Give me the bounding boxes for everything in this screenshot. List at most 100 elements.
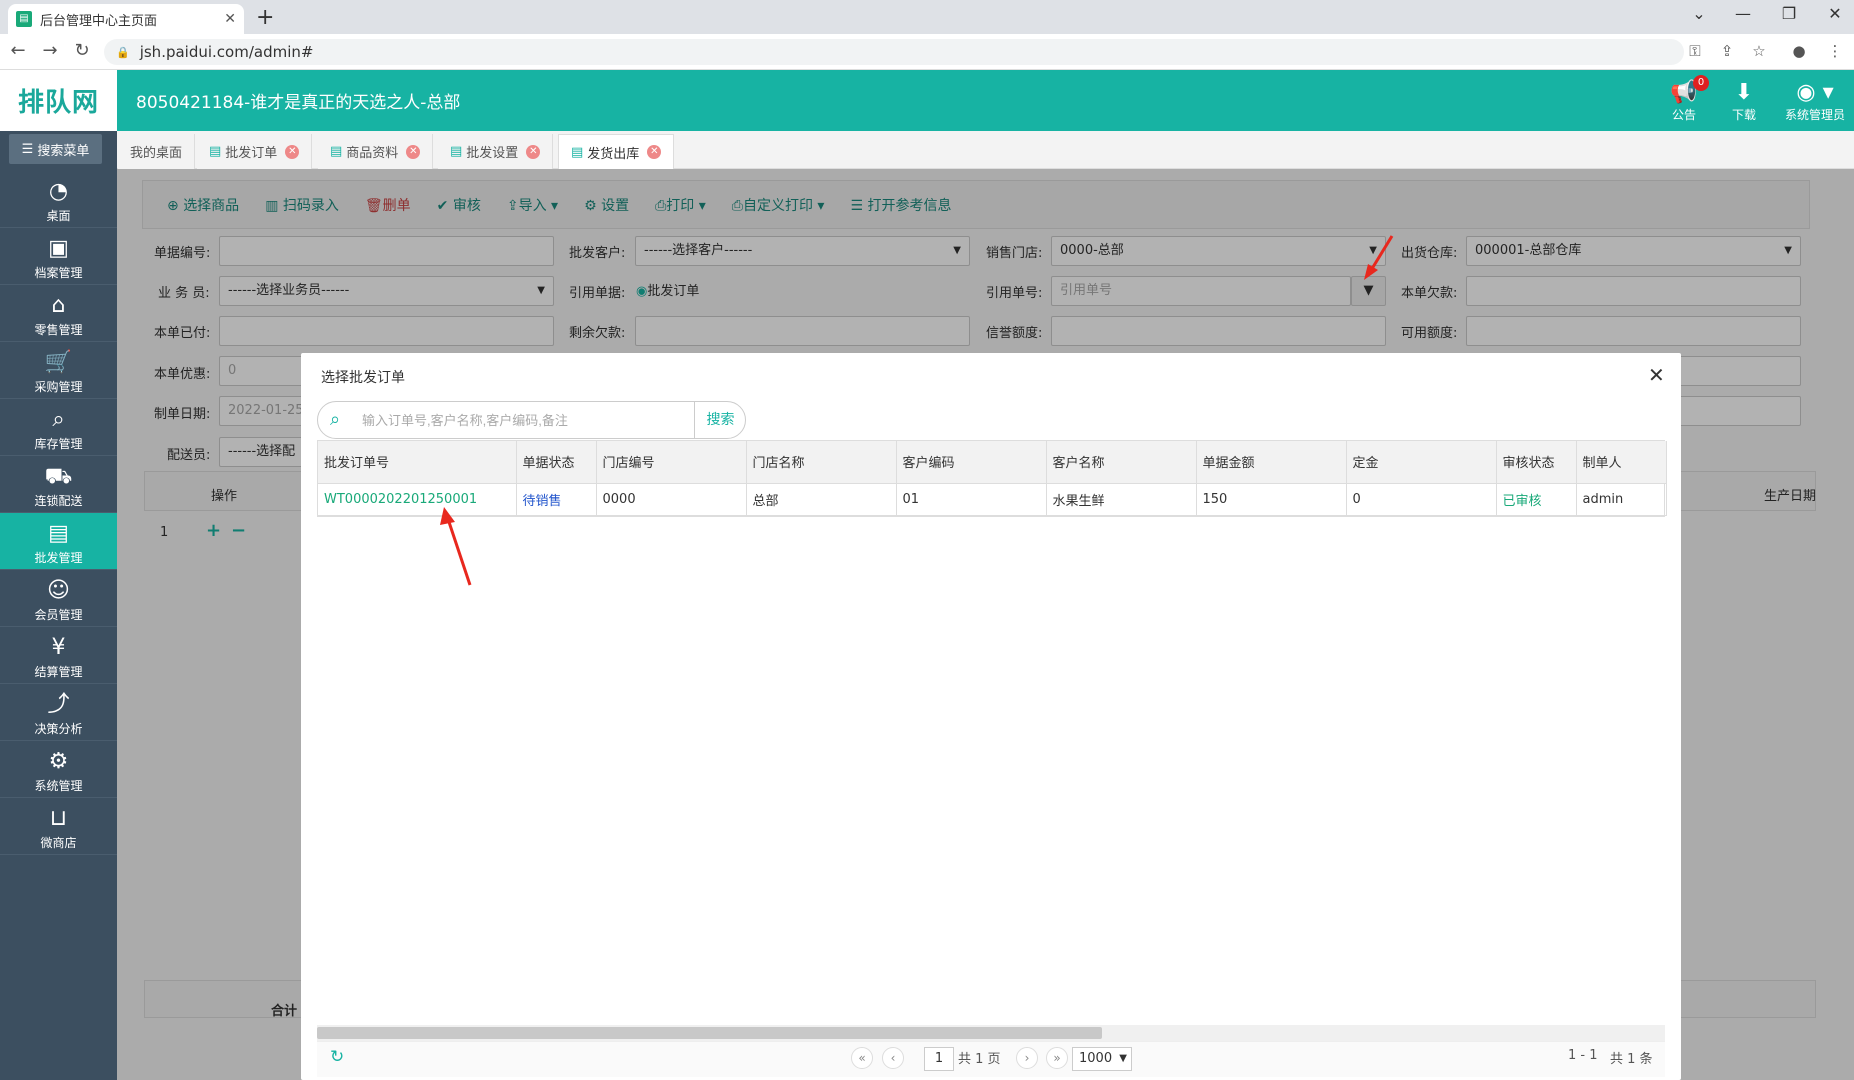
notice-badge: 0 (1693, 75, 1709, 91)
page-size-select[interactable]: 1000 ▼ (1072, 1047, 1132, 1071)
close-window-icon[interactable]: ✕ (1820, 4, 1850, 23)
sidebar-item-6[interactable]: ▤ 批发管理 (0, 513, 117, 570)
sidebar-item-5[interactable]: ⛟ 连锁配送 (0, 456, 117, 513)
tab-wholesale-order[interactable]: ▤ 批发订单 ✕ (197, 134, 313, 169)
sidebar-item-11[interactable]: ⊔ 微商店 (0, 798, 117, 855)
tab-label: 批发订单 (225, 146, 278, 161)
close-tab-icon[interactable]: ✕ (647, 145, 662, 159)
close-tab-icon[interactable]: ✕ (406, 144, 421, 159)
sidebar-item-2[interactable]: ⌂ 零售管理 (0, 285, 117, 342)
sidebar-item-label: 微商店 (40, 836, 77, 850)
last-page-icon[interactable]: » (1046, 1047, 1068, 1069)
download-icon: ⬇ (1734, 80, 1754, 105)
browser-tab[interactable]: ▤ 后台管理中心主页面 ✕ (8, 4, 244, 34)
first-page-icon[interactable]: « (851, 1047, 873, 1069)
col-doc-status[interactable]: 单据状态 (516, 441, 597, 484)
pager-range: 1 - 1 (1568, 1048, 1598, 1063)
profile-icon[interactable]: ● (1788, 42, 1810, 60)
menu-search-button[interactable]: ☰ 搜索菜单 (9, 134, 102, 164)
close-tab-icon[interactable]: ✕ (285, 144, 300, 159)
page-size-value: 1000 (1079, 1051, 1113, 1066)
minimize-icon[interactable]: — (1728, 4, 1758, 23)
user-menu[interactable]: ◉ ▾ 系统管理员 (1780, 80, 1850, 123)
gear-icon: ⚙ (48, 749, 69, 774)
org-title: 8050421184-谁才是真正的天选之人-总部 (136, 93, 461, 113)
col-creator[interactable]: 制单人 (1576, 441, 1667, 484)
order-no-link[interactable]: WT0000202201250001 (318, 483, 517, 516)
sidebar-item-4[interactable]: ⌕ 库存管理 (0, 399, 117, 456)
col-deposit[interactable]: 定金 (1346, 441, 1497, 484)
menu-search-icon: ☰ (21, 141, 34, 157)
tab-my-desktop[interactable]: 我的桌面 (118, 134, 196, 169)
analysis-icon: ⤴ (47, 692, 70, 717)
close-icon[interactable]: ✕ (1648, 363, 1665, 387)
new-tab-icon[interactable]: + (256, 5, 274, 30)
creator: admin (1576, 483, 1667, 516)
menu-search-label: 搜索菜单 (37, 143, 90, 159)
dashboard-icon: ◔ (48, 179, 69, 204)
tab-wholesale-settings[interactable]: ▤ 批发设置 ✕ (438, 134, 554, 169)
chevron-down-icon: ▼ (1119, 1053, 1127, 1064)
table-row[interactable]: WT0000202201250001 待销售 0000 总部 01 水果生鲜 1… (318, 483, 1667, 516)
sidebar-item-9[interactable]: ⤴ 决策分析 (0, 684, 117, 741)
sidebar-item-label: 零售管理 (34, 323, 83, 337)
sidebar-item-label: 桌面 (46, 209, 71, 223)
sidebar-item-0[interactable]: ◔ 桌面 (0, 171, 117, 228)
restore-icon[interactable]: ❐ (1774, 4, 1804, 23)
sidebar-item-8[interactable]: ¥ 结算管理 (0, 627, 117, 684)
lock-icon: 🔒 (116, 45, 130, 59)
close-tab-icon[interactable]: ✕ (526, 144, 541, 159)
sidebar-item-10[interactable]: ⚙ 系统管理 (0, 741, 117, 798)
reload-icon[interactable]: ↻ (70, 40, 94, 61)
refresh-icon[interactable]: ↻ (330, 1047, 344, 1067)
sidebar-item-3[interactable]: 🛒 采购管理 (0, 342, 117, 399)
share-icon[interactable]: ⇪ (1716, 42, 1738, 60)
col-audit-status[interactable]: 审核状态 (1496, 441, 1577, 484)
tab-label: 批发设置 (466, 146, 519, 161)
next-page-icon[interactable]: › (1016, 1047, 1038, 1069)
col-customer-name[interactable]: 客户名称 (1046, 441, 1197, 484)
key-icon[interactable]: ⚿ (1684, 42, 1706, 60)
star-icon[interactable]: ☆ (1748, 42, 1770, 60)
store-icon: ⌂ (51, 293, 66, 318)
logo: 排队网 (0, 70, 117, 131)
store-code: 0000 (596, 483, 747, 516)
prev-page-icon[interactable]: ‹ (882, 1047, 904, 1069)
back-icon[interactable]: ← (6, 40, 30, 61)
tab-label: 发货出库 (587, 146, 640, 162)
download-label: 下载 (1731, 108, 1756, 122)
doc-icon: ▤ (330, 144, 343, 159)
tab-search-icon[interactable]: ⌄ (1684, 4, 1714, 23)
search-button[interactable]: 搜索 (694, 402, 746, 438)
forward-icon[interactable]: → (38, 40, 62, 61)
col-store-name[interactable]: 门店名称 (746, 441, 897, 484)
search-icon: ⌕ (330, 409, 341, 430)
sidebar-item-label: 采购管理 (34, 380, 83, 394)
col-store-code[interactable]: 门店编号 (596, 441, 747, 484)
amount: 150 (1196, 483, 1347, 516)
tab-shipment-out[interactable]: ▤ 发货出库 ✕ (558, 134, 675, 169)
col-order-no[interactable]: 批发订单号 (318, 441, 517, 484)
download-button[interactable]: ⬇ 下载 (1728, 80, 1760, 123)
logo-text: 排队网 (17, 88, 99, 118)
menu-dots-icon[interactable]: ⋮ (1824, 42, 1846, 60)
page-number-input[interactable]: 1 (924, 1047, 954, 1071)
tab-goods-info[interactable]: ▤ 商品资料 ✕ (318, 134, 434, 169)
user-label: 系统管理员 (1784, 108, 1845, 122)
browser-tab-title: 后台管理中心主页面 (40, 13, 158, 29)
col-customer-code[interactable]: 客户编码 (896, 441, 1047, 484)
scrollbar-thumb[interactable] (317, 1027, 1102, 1039)
close-tab-icon[interactable]: ✕ (224, 11, 236, 27)
avatar: ◉ ▾ (1796, 80, 1834, 105)
store-name: 总部 (746, 483, 897, 516)
sidebar-item-1[interactable]: ▣ 档案管理 (0, 228, 117, 285)
url-text: jsh.paidui.com/admin# (139, 43, 314, 61)
sidebar-item-7[interactable]: ☺ 会员管理 (0, 570, 117, 627)
url-bar[interactable]: 🔒 jsh.paidui.com/admin# (104, 39, 1684, 65)
sidebar-item-label: 决策分析 (34, 722, 83, 736)
order-search-input[interactable] (362, 406, 690, 434)
customer-name: 水果生鲜 (1046, 483, 1197, 516)
doc-icon: ▤ (450, 144, 463, 159)
col-amount[interactable]: 单据金额 (1196, 441, 1347, 484)
inventory-icon: ⌕ (52, 407, 65, 432)
